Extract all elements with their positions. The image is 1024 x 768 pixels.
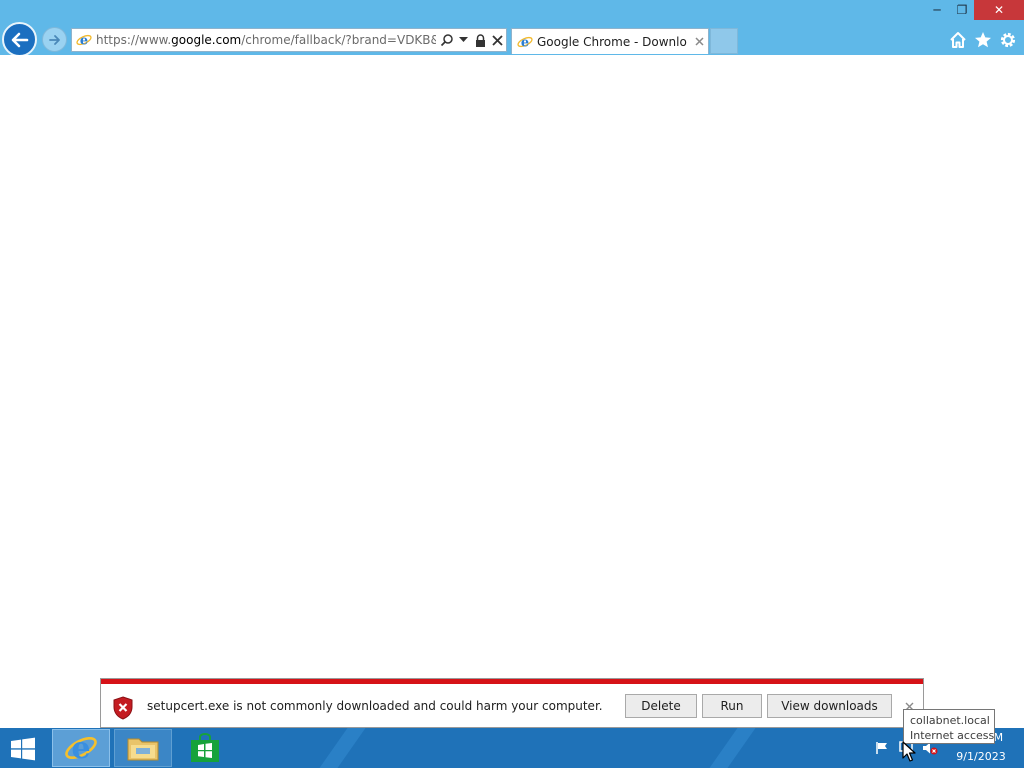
search-icon[interactable]: [439, 32, 455, 48]
new-tab-button[interactable]: [710, 28, 738, 54]
taskbar-decoration: [305, 728, 373, 768]
url-text[interactable]: https://www.google.com/chrome/fallback/?…: [96, 33, 436, 47]
address-bar[interactable]: e https://www.google.com/chrome/fallback…: [71, 28, 507, 52]
back-button[interactable]: [2, 22, 37, 57]
settings-gear-icon[interactable]: [998, 30, 1018, 50]
forward-button[interactable]: [42, 27, 67, 52]
store-bag-icon: [191, 733, 219, 762]
back-arrow-icon: [11, 32, 28, 47]
warning-stripe: [101, 679, 923, 684]
tab-close-icon[interactable]: [692, 34, 706, 48]
svg-text:e: e: [71, 732, 90, 764]
taskbar-file-explorer[interactable]: [114, 729, 172, 767]
action-center-flag-icon[interactable]: [874, 740, 890, 756]
restore-button[interactable]: ❐: [950, 0, 974, 20]
start-button[interactable]: [8, 736, 38, 762]
taskbar-windows-store[interactable]: [176, 729, 234, 767]
ie-page-icon: e: [76, 34, 92, 49]
lock-icon[interactable]: [473, 32, 487, 48]
stop-icon[interactable]: [489, 32, 505, 48]
close-window-button[interactable]: ✕: [974, 0, 1024, 20]
delete-button[interactable]: Delete: [625, 694, 697, 718]
taskbar-decoration: [695, 728, 763, 768]
minimize-button[interactable]: ─: [924, 0, 950, 20]
svg-text:e: e: [80, 34, 88, 49]
home-icon[interactable]: [948, 30, 968, 50]
mouse-pointer-icon: [902, 741, 916, 762]
taskbar: e 5:25 PM 9/1/2023: [0, 728, 1024, 768]
security-shield-icon: [113, 696, 133, 720]
view-downloads-button[interactable]: View downloads: [767, 694, 892, 718]
favorites-star-icon[interactable]: [973, 30, 993, 50]
tab-title: Google Chrome - Downloa...: [537, 35, 687, 49]
ie-page-icon: e: [517, 36, 533, 51]
chevron-down-icon[interactable]: [457, 32, 469, 48]
tab-google-chrome-download[interactable]: e Google Chrome - Downloa...: [511, 28, 709, 54]
url-path: /chrome/fallback/?brand=VDKB&ds_ki: [241, 33, 436, 47]
notification-message: setupcert.exe is not commonly downloaded…: [147, 699, 603, 713]
download-notification-bar: setupcert.exe is not commonly downloaded…: [100, 678, 924, 728]
page-content: [0, 55, 1024, 678]
network-tooltip: collabnet.local Internet access: [903, 709, 995, 744]
clock-date[interactable]: 9/1/2023: [950, 750, 1012, 763]
tooltip-network-status: Internet access: [910, 729, 995, 742]
url-domain: google.com: [171, 33, 242, 47]
run-button[interactable]: Run: [702, 694, 762, 718]
forward-arrow-icon: [48, 34, 60, 45]
browser-title-bar: ─ ❐ ✕ e https://www.google.com/chrome/fa…: [0, 0, 1024, 57]
svg-text:e: e: [521, 36, 529, 51]
folder-icon: [127, 738, 159, 761]
tooltip-network-name: collabnet.local: [910, 714, 990, 727]
windows-logo-icon: [11, 737, 35, 761]
internet-explorer-icon: e: [65, 732, 97, 764]
url-prefix: https://www.: [96, 33, 172, 47]
taskbar-internet-explorer[interactable]: e: [52, 729, 110, 767]
